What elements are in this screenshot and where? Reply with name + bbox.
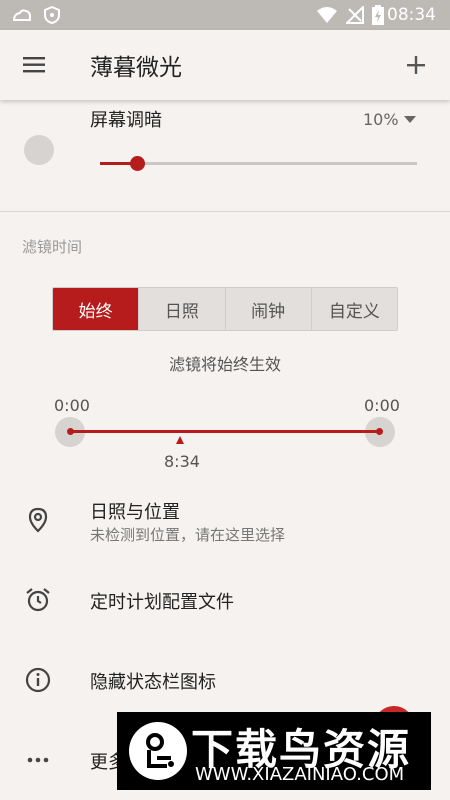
info-icon	[24, 666, 52, 694]
bird-logo-icon	[127, 720, 189, 782]
dim-slider-track[interactable]	[100, 162, 417, 165]
current-time-label: 8:34	[164, 452, 200, 471]
dropdown-arrow-icon[interactable]	[404, 116, 416, 123]
list-item-title: 定时计划配置文件	[90, 592, 234, 613]
location-pin-icon	[24, 506, 52, 534]
menu-icon[interactable]	[22, 52, 48, 78]
mode-tab-always[interactable]: 始终	[53, 288, 139, 330]
current-time-marker	[176, 436, 184, 444]
filter-status-text: 滤镜将始终生效	[168, 355, 281, 374]
dim-slider-thumb[interactable]	[130, 156, 145, 171]
mode-tab-alarm[interactable]: 闹钟	[224, 288, 311, 330]
filter-mode-selector: 始终 日照 闹钟 自定义	[52, 287, 398, 331]
watermark-banner: 下载鸟资源 WWW.XIAZAINIAO.COM	[117, 712, 431, 790]
dim-label: 屏幕调暗	[90, 110, 162, 131]
battery-charging-icon	[372, 0, 384, 30]
cloud-icon	[12, 0, 32, 30]
list-item-title: 隐藏状态栏图标	[90, 672, 216, 693]
list-item-schedule-profiles[interactable]: 定时计划配置文件	[0, 584, 450, 618]
start-time-label: 0:00	[54, 396, 90, 415]
status-time: 08:34	[387, 5, 436, 25]
list-item-subtitle: 未检测到位置，请在这里选择	[90, 526, 286, 544]
page-title: 薄暮微光	[90, 55, 182, 81]
end-dot	[376, 428, 383, 435]
watermark-url: WWW.XIAZAINIAO.COM	[195, 764, 405, 785]
app-bar: 薄暮微光	[0, 30, 450, 100]
dim-value[interactable]: 10%	[363, 110, 399, 129]
shield-icon	[44, 0, 60, 30]
divider	[0, 211, 450, 212]
alarm-clock-icon	[24, 586, 52, 614]
list-item-hide-status-icon[interactable]: 隐藏状态栏图标	[0, 664, 450, 698]
start-dot	[67, 428, 74, 435]
time-range-line	[70, 430, 380, 433]
status-bar: 08:34	[0, 0, 450, 30]
mode-tab-custom[interactable]: 自定义	[310, 288, 397, 330]
mode-tab-sunlight[interactable]: 日照	[138, 288, 225, 330]
signal-off-icon	[346, 0, 364, 30]
wifi-icon	[316, 0, 338, 30]
more-horiz-icon	[24, 746, 52, 774]
dim-toggle[interactable]	[24, 135, 54, 165]
add-icon[interactable]	[404, 50, 430, 80]
end-time-label: 0:00	[364, 396, 400, 415]
list-item-title: 日照与位置	[90, 502, 180, 523]
list-item-location[interactable]: 日照与位置 未检测到位置，请在这里选择	[0, 496, 450, 552]
section-title: 滤镜时间	[22, 238, 83, 256]
